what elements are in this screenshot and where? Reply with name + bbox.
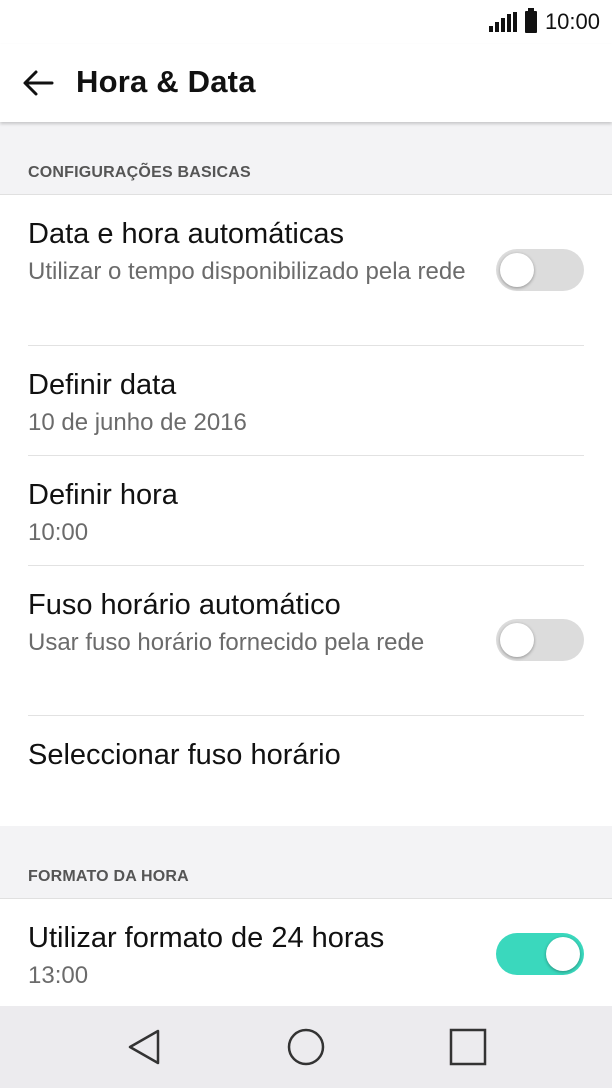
section-header-label: CONFIGURAÇÕES BASICAS	[28, 164, 251, 181]
status-time: 10:00	[544, 9, 600, 34]
format-24h-toggle[interactable]	[496, 933, 584, 975]
setting-subtitle: Utilizar o tempo disponibilizado pela re…	[28, 258, 466, 285]
setting-title: Definir hora	[28, 479, 178, 511]
status-bar: 10:00	[0, 0, 612, 44]
setting-select-timezone[interactable]: Seleccionar fuso horário	[28, 716, 584, 826]
page-title: Hora & Data	[76, 64, 256, 99]
app-bar: Hora & Data	[0, 44, 612, 122]
status-icons: 10:00	[488, 8, 600, 36]
setting-set-date[interactable]: Definir data 10 de junho de 2016	[28, 346, 584, 456]
setting-title: Fuso horário automático	[28, 589, 341, 621]
setting-title: Definir data	[28, 369, 177, 401]
back-triangle-icon[interactable]	[122, 1024, 168, 1070]
toggle-knob	[546, 937, 580, 971]
navigation-bar	[0, 1006, 612, 1088]
setting-subtitle: 10:00	[28, 519, 89, 546]
battery-icon	[524, 8, 537, 33]
arrow-left-icon[interactable]	[22, 66, 56, 100]
setting-24h-format[interactable]: Utilizar formato de 24 horas 13:00	[28, 899, 584, 1006]
setting-set-time[interactable]: Definir hora 10:00	[28, 456, 584, 566]
home-circle-icon[interactable]	[283, 1024, 329, 1070]
setting-subtitle: Usar fuso horário fornecido pela rede	[28, 629, 425, 656]
section-header-basic: CONFIGURAÇÕES BASICAS	[0, 122, 612, 195]
setting-auto-datetime[interactable]: Data e hora automáticas Utilizar o tempo…	[28, 195, 584, 346]
auto-datetime-toggle[interactable]	[496, 249, 584, 291]
setting-title: Data e hora automáticas	[28, 218, 344, 250]
setting-title: Seleccionar fuso horário	[28, 739, 341, 771]
signal-icon	[488, 12, 517, 32]
section-header-label: FORMATO DA HORA	[28, 868, 189, 885]
section-header-time-format: FORMATO DA HORA	[0, 826, 612, 899]
toggle-knob	[500, 253, 534, 287]
settings-list: CONFIGURAÇÕES BASICAS Data e hora automá…	[0, 122, 612, 1006]
setting-subtitle: 10 de junho de 2016	[28, 409, 247, 436]
setting-auto-timezone[interactable]: Fuso horário automático Usar fuso horári…	[28, 566, 584, 716]
recents-square-icon[interactable]	[445, 1024, 491, 1070]
auto-timezone-toggle[interactable]	[496, 619, 584, 661]
toggle-knob	[500, 623, 534, 657]
